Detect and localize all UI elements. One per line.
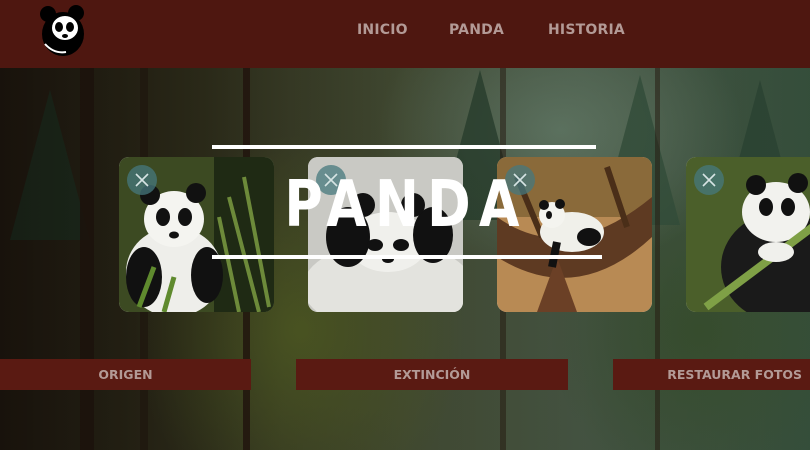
- extincion-button[interactable]: EXTINCIÓN: [296, 359, 568, 390]
- page-title: PANDA: [284, 168, 528, 242]
- nav-historia[interactable]: HISTORIA: [548, 22, 625, 38]
- nav-panda[interactable]: PANDA: [449, 22, 504, 38]
- title-bottom-rule: [212, 255, 602, 259]
- remove-photo-button[interactable]: [694, 165, 724, 195]
- origen-button[interactable]: ORIGEN: [0, 359, 251, 390]
- restaurar-fotos-button[interactable]: RESTAURAR FOTOS: [613, 359, 810, 390]
- close-icon: [135, 173, 149, 187]
- close-icon: [702, 173, 716, 187]
- top-navbar: INICIO PANDA HISTORIA: [0, 0, 810, 68]
- panda-photo-card[interactable]: [686, 157, 810, 312]
- remove-photo-button[interactable]: [127, 165, 157, 195]
- nav-inicio[interactable]: INICIO: [357, 22, 408, 38]
- panda-logo-icon[interactable]: [36, 4, 90, 58]
- title-top-rule: [212, 145, 596, 149]
